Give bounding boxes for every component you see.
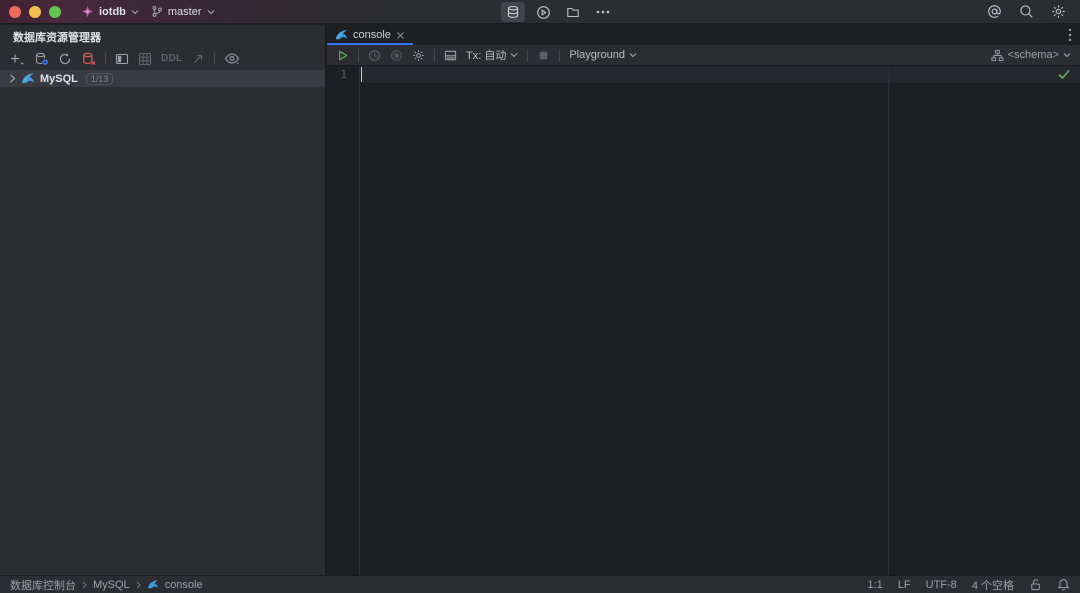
- toolbar-separator: [434, 49, 435, 62]
- text-cursor: [361, 67, 362, 82]
- stop-button[interactable]: [537, 49, 550, 62]
- open-console-button[interactable]: [115, 52, 129, 66]
- more-tool-windows-button[interactable]: [591, 2, 615, 22]
- ai-assistant-button[interactable]: [982, 2, 1006, 22]
- toolbar-separator: [358, 49, 359, 62]
- settings-icon: [1051, 4, 1066, 19]
- chevron-down-icon: [207, 9, 215, 15]
- caret-line-highlight: [361, 66, 1080, 83]
- git-branch-icon: [151, 5, 163, 18]
- schema-icon: [991, 49, 1004, 62]
- add-datasource-button[interactable]: [9, 52, 25, 66]
- mysql-icon: [147, 579, 159, 590]
- toolbar-separator: [559, 49, 560, 62]
- database-explorer-panel: 数据库资源管理器 DDL: [0, 25, 326, 575]
- tree-item-label: MySQL: [40, 73, 78, 85]
- tx-mode-label: Tx: 自动: [466, 47, 506, 63]
- panel-title: 数据库资源管理器: [0, 25, 325, 48]
- breadcrumb-item[interactable]: 数据库控制台: [10, 577, 76, 593]
- chevron-right-icon: [82, 581, 87, 589]
- mysql-icon: [335, 29, 348, 41]
- kebab-icon: [1068, 28, 1072, 42]
- chevron-down-icon: [1063, 52, 1071, 58]
- project-widget[interactable]: iotdb: [75, 3, 145, 20]
- explorer-toolbar: DDL: [0, 48, 325, 69]
- search-everywhere-button[interactable]: [1014, 2, 1038, 22]
- code-editor[interactable]: 1: [327, 66, 1080, 575]
- chevron-right-icon[interactable]: [9, 74, 16, 83]
- jump-to-editor-button[interactable]: [191, 52, 205, 66]
- title-bar: iotdb master: [0, 0, 1080, 24]
- tx-mode-select[interactable]: Tx: 自动: [466, 47, 518, 63]
- tab-console[interactable]: console: [327, 25, 413, 45]
- tree-item-badge: 1/13: [86, 73, 114, 85]
- minimize-window-button[interactable]: [29, 6, 41, 18]
- run-icon: [536, 5, 551, 20]
- history-button[interactable]: [368, 49, 381, 62]
- run-configurations-button[interactable]: [531, 2, 555, 22]
- line-separator-widget[interactable]: LF: [898, 579, 911, 591]
- folder-icon: [566, 5, 580, 19]
- schema-select[interactable]: <schema>: [991, 49, 1071, 62]
- playground-select[interactable]: Playground: [569, 49, 637, 61]
- editor-area: console Tx: 自动: [327, 25, 1080, 575]
- line-number: 1: [340, 68, 347, 81]
- project-icon: [81, 5, 94, 18]
- toolbar-separator: [527, 49, 528, 62]
- tab-label: console: [353, 29, 391, 41]
- chevron-down-icon: [131, 9, 139, 15]
- window-controls: [0, 6, 61, 18]
- datasource-tree: MySQL 1/13: [0, 70, 325, 87]
- schema-label: <schema>: [1008, 49, 1059, 61]
- encoding-widget[interactable]: UTF-8: [926, 579, 957, 591]
- close-icon[interactable]: [396, 31, 405, 40]
- breadcrumb-item[interactable]: console: [165, 579, 203, 591]
- breadcrumb-item[interactable]: MySQL: [93, 579, 130, 591]
- table-view-button[interactable]: [138, 52, 152, 66]
- vcs-widget[interactable]: master: [145, 3, 221, 20]
- settings-button[interactable]: [1046, 2, 1070, 22]
- chevron-down-icon: [629, 52, 637, 58]
- caret-position-widget[interactable]: 1:1: [868, 579, 883, 591]
- right-margin-guide: [888, 66, 889, 575]
- inline-results-button[interactable]: [444, 49, 457, 62]
- ai-assistant-icon: [987, 4, 1002, 19]
- readonly-toggle-button[interactable]: [1029, 578, 1042, 591]
- check-icon: [1058, 69, 1070, 80]
- database-tool-button[interactable]: [501, 2, 525, 22]
- branch-name: master: [168, 6, 202, 18]
- search-icon: [1019, 4, 1034, 19]
- database-icon: [506, 5, 520, 19]
- active-tab-indicator: [327, 43, 413, 45]
- inspections-ok-button[interactable]: [1058, 69, 1070, 80]
- refresh-button[interactable]: [58, 52, 72, 66]
- view-options-button[interactable]: [224, 52, 241, 66]
- close-window-button[interactable]: [9, 6, 21, 18]
- toolbar-separator: [105, 52, 106, 65]
- tab-bar: console: [327, 25, 1080, 45]
- editor-gutter: 1: [327, 66, 360, 575]
- ddl-button[interactable]: DDL: [161, 53, 182, 64]
- notifications-button[interactable]: [1057, 578, 1070, 591]
- datasource-properties-button[interactable]: [34, 52, 49, 66]
- maximize-window-button[interactable]: [49, 6, 61, 18]
- breadcrumb: 数据库控制台 MySQL console: [10, 577, 203, 593]
- tree-item-mysql[interactable]: MySQL 1/13: [0, 70, 325, 87]
- playground-label: Playground: [569, 49, 625, 61]
- more-icon: [596, 10, 610, 14]
- console-toolbar: Tx: 自动 Playground <schema>: [327, 45, 1080, 66]
- status-bar: 数据库控制台 MySQL console 1:1 LF UTF-8 4 个空格: [0, 575, 1080, 593]
- mysql-icon: [21, 72, 35, 85]
- project-name: iotdb: [99, 6, 126, 18]
- chevron-down-icon: [510, 52, 518, 58]
- console-settings-button[interactable]: [412, 49, 425, 62]
- execute-button[interactable]: [336, 49, 349, 62]
- disconnect-button[interactable]: [81, 52, 96, 66]
- cancel-query-button[interactable]: [390, 49, 403, 62]
- tab-options-button[interactable]: [1068, 25, 1072, 45]
- chevron-right-icon: [136, 581, 141, 589]
- toolbar-separator: [214, 52, 215, 65]
- indent-widget[interactable]: 4 个空格: [972, 577, 1014, 593]
- project-files-button[interactable]: [561, 2, 585, 22]
